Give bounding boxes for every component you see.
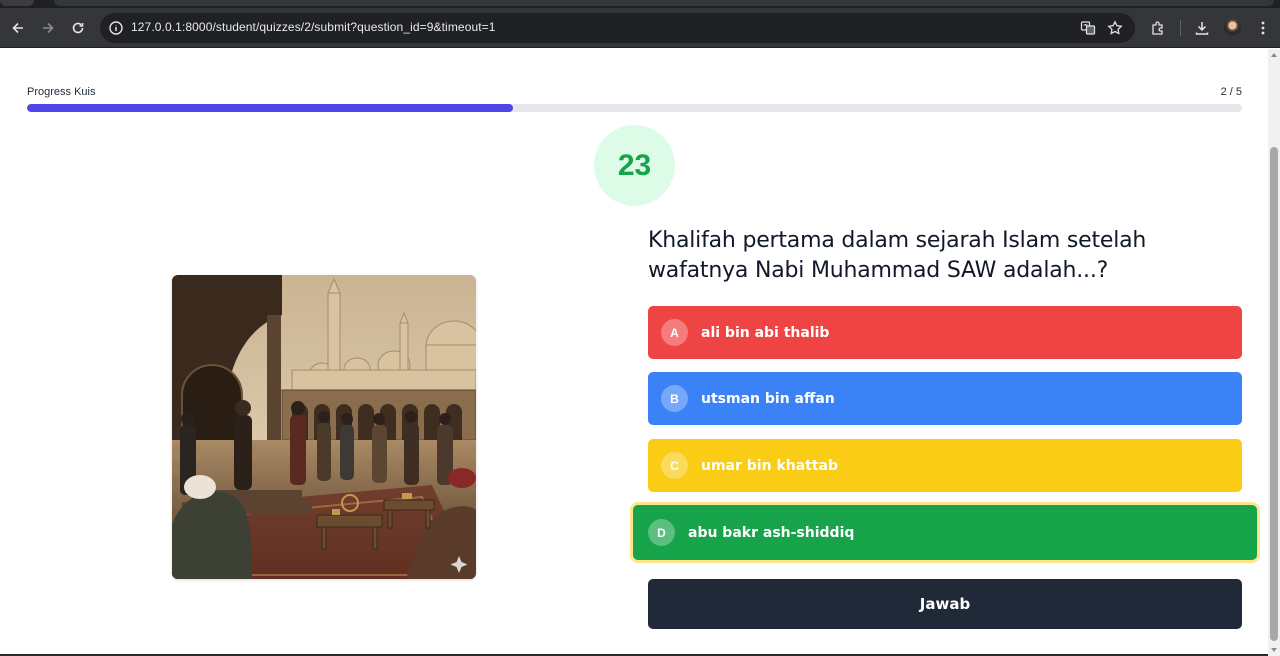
option-text: utsman bin affan <box>701 390 835 407</box>
progress-label: Progress Kuis <box>27 86 96 98</box>
countdown-timer: 23 <box>594 125 675 206</box>
progress-bar <box>27 104 1242 112</box>
question-text: Khalifah pertama dalam sejarah Islam set… <box>648 228 1147 283</box>
answer-option-d-selected[interactable]: D abu bakr ash-shiddiq <box>630 502 1260 563</box>
option-letter-badge: D <box>648 519 675 546</box>
option-text: abu bakr ash-shiddiq <box>688 524 855 541</box>
answer-option-c[interactable]: C umar bin khattab <box>648 439 1242 492</box>
url-text[interactable]: 127.0.0.1:8000/student/quizzes/2/submit?… <box>131 20 496 34</box>
progress-count: 2 / 5 <box>1220 86 1242 98</box>
option-text: ali bin abi thalib <box>701 324 830 341</box>
download-icon[interactable] <box>1190 16 1214 40</box>
browser-tab[interactable] <box>0 0 34 6</box>
bookmark-star-icon[interactable] <box>1107 20 1123 36</box>
submit-answer-button[interactable]: Jawab <box>648 579 1242 629</box>
translate-icon[interactable] <box>1080 20 1096 36</box>
toolbar-divider <box>1180 20 1181 36</box>
option-letter-badge: B <box>661 385 688 412</box>
option-letter-badge: C <box>661 452 688 479</box>
selected-option-body: D abu bakr ash-shiddiq <box>633 505 1257 560</box>
scrollbar-thumb[interactable] <box>1270 147 1278 641</box>
option-letter-badge: A <box>661 319 688 346</box>
site-info-icon[interactable] <box>108 20 124 36</box>
answer-option-b[interactable]: B utsman bin affan <box>648 372 1242 425</box>
question-image <box>172 275 476 579</box>
page-scrollbar[interactable] <box>1268 49 1280 656</box>
browser-tab-area <box>54 0 1274 6</box>
back-icon[interactable] <box>6 16 30 40</box>
forward-icon[interactable] <box>36 16 60 40</box>
menu-kebab-icon[interactable] <box>1251 16 1275 40</box>
progress-bar-fill <box>27 104 513 112</box>
option-text: umar bin khattab <box>701 457 839 474</box>
address-bar[interactable]: 127.0.0.1:8000/student/quizzes/2/submit?… <box>100 13 1135 43</box>
scroll-up-arrow-icon[interactable] <box>1271 53 1277 57</box>
browser-tab-strip <box>0 0 1280 8</box>
answer-option-a[interactable]: A ali bin abi thalib <box>648 306 1242 359</box>
profile-avatar[interactable] <box>1224 19 1241 36</box>
extensions-icon[interactable] <box>1146 16 1170 40</box>
quiz-page: Progress Kuis 2 / 5 23 Khalifah pertama … <box>0 49 1268 656</box>
browser-toolbar: 127.0.0.1:8000/student/quizzes/2/submit?… <box>0 8 1280 48</box>
scroll-down-arrow-icon[interactable] <box>1271 648 1277 652</box>
reload-icon[interactable] <box>66 16 90 40</box>
